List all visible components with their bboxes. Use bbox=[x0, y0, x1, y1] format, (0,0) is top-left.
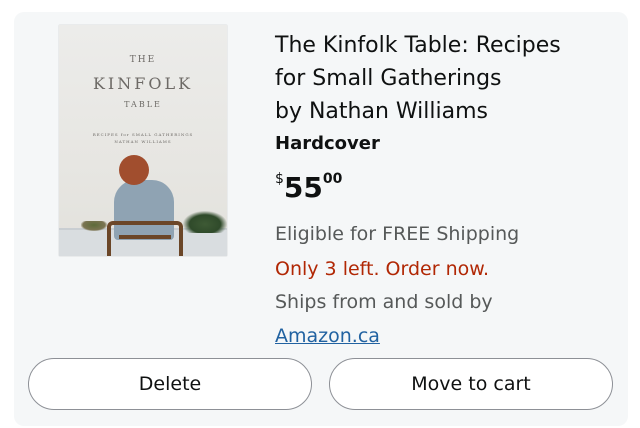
seller-link[interactable]: Amazon.ca bbox=[275, 324, 380, 348]
product-title[interactable]: The Kinfolk Table: Recipes for Small Gat… bbox=[275, 29, 615, 128]
shipping-eligibility: Eligible for FREE Shipping bbox=[275, 223, 520, 245]
cover-illustration bbox=[81, 221, 107, 231]
product-title-line: by Nathan Williams bbox=[275, 99, 488, 124]
product-format: Hardcover bbox=[275, 133, 380, 154]
cart-item-card: THE KINFOLK TABLE RECIPES for SMALL GATH… bbox=[14, 12, 628, 426]
price-symbol: $ bbox=[275, 171, 284, 187]
stock-warning: Only 3 left. Order now. bbox=[275, 258, 490, 280]
cover-illustration bbox=[119, 155, 149, 185]
delete-button[interactable]: Delete bbox=[28, 358, 312, 410]
price-fraction: 00 bbox=[322, 171, 343, 187]
price-whole: 55 bbox=[283, 171, 323, 204]
cover-illustration bbox=[183, 211, 227, 233]
product-price: $5500 bbox=[275, 171, 342, 204]
cover-text: NATHAN WILLIAMS bbox=[114, 139, 172, 144]
cover-text: RECIPES for SMALL GATHERINGS bbox=[92, 132, 194, 137]
cover-text: TABLE bbox=[124, 100, 162, 109]
cover-text: THE bbox=[129, 55, 157, 65]
sold-by-text: Ships from and sold by bbox=[275, 291, 493, 313]
book-cover-image[interactable]: THE KINFOLK TABLE RECIPES for SMALL GATH… bbox=[59, 25, 227, 256]
product-title-line: for Small Gatherings bbox=[275, 66, 502, 91]
cover-text: KINFOLK bbox=[92, 74, 194, 93]
move-to-cart-button[interactable]: Move to cart bbox=[329, 358, 613, 410]
cover-illustration bbox=[119, 235, 171, 239]
product-title-line: The Kinfolk Table: Recipes bbox=[275, 33, 561, 58]
